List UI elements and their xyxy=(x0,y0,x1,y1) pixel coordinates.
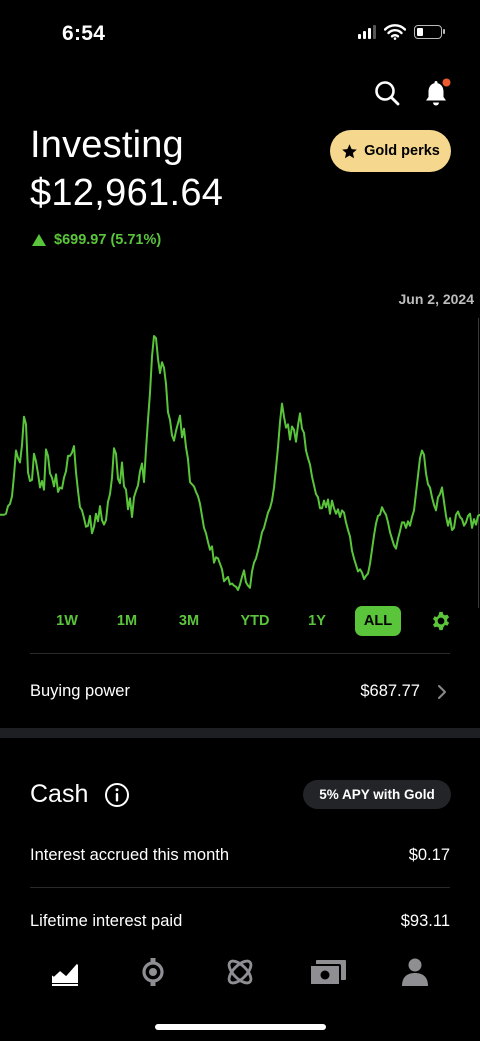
star-icon xyxy=(342,143,357,158)
range-1w[interactable]: 1W xyxy=(48,606,86,636)
gold-perks-label: Gold perks xyxy=(364,143,440,159)
range-1m[interactable]: 1M xyxy=(108,606,146,636)
browse-icon xyxy=(227,959,253,985)
cellular-signal-icon xyxy=(358,25,376,39)
chevron-right-icon[interactable] xyxy=(437,684,447,700)
time-range-selector: 1W 1M 3M YTD 1Y ALL xyxy=(0,606,480,636)
portfolio-change-text: $699.97 (5.71%) xyxy=(54,232,162,248)
chart-icon xyxy=(52,961,78,986)
wifi-icon xyxy=(384,24,406,40)
up-triangle-icon xyxy=(32,234,46,246)
range-3m[interactable]: 3M xyxy=(170,606,208,636)
divider xyxy=(30,653,450,654)
chart-settings-gear-icon[interactable] xyxy=(431,611,451,631)
buying-power-label[interactable]: Buying power xyxy=(30,682,130,701)
interest-accrued-label: Interest accrued this month xyxy=(30,846,230,864)
tab-investing[interactable] xyxy=(40,945,90,999)
chart-series-line xyxy=(0,335,480,591)
tab-crypto[interactable] xyxy=(128,945,178,999)
apy-gold-badge[interactable]: 5% APY with Gold xyxy=(303,780,451,809)
tab-cash-card[interactable] xyxy=(303,945,353,999)
home-indicator xyxy=(155,1024,326,1030)
page-title: Investing xyxy=(30,124,184,166)
status-time: 6:54 xyxy=(62,22,106,45)
battery-icon xyxy=(414,25,445,39)
range-all[interactable]: ALL xyxy=(355,606,401,636)
notifications-bell-icon[interactable] xyxy=(422,78,452,108)
account-icon xyxy=(402,958,428,986)
portfolio-chart[interactable] xyxy=(0,318,480,608)
portfolio-change: $699.97 (5.71%) xyxy=(32,232,161,248)
range-ytd[interactable]: YTD xyxy=(234,606,276,636)
tab-account[interactable] xyxy=(390,945,440,999)
status-icons xyxy=(358,24,445,40)
cash-title: Cash xyxy=(30,780,89,808)
section-separator xyxy=(0,728,480,738)
search-icon[interactable] xyxy=(374,80,400,106)
gold-perks-button[interactable]: Gold perks xyxy=(330,130,451,172)
bottom-tab-bar xyxy=(0,945,480,999)
lifetime-interest-value: $93.11 xyxy=(400,912,450,930)
cash-card-icon xyxy=(309,960,346,986)
divider xyxy=(30,887,450,888)
interest-accrued-value: $0.17 xyxy=(408,846,450,864)
crypto-icon xyxy=(142,958,164,986)
chart-date-label: Jun 2, 2024 xyxy=(398,291,475,307)
info-icon[interactable] xyxy=(104,782,130,808)
lifetime-interest-label: Lifetime interest paid xyxy=(30,912,183,930)
range-1y[interactable]: 1Y xyxy=(298,606,336,636)
portfolio-value: $12,961.64 xyxy=(30,172,224,214)
tab-browse[interactable] xyxy=(215,945,265,999)
buying-power-value[interactable]: $687.77 xyxy=(360,682,420,701)
